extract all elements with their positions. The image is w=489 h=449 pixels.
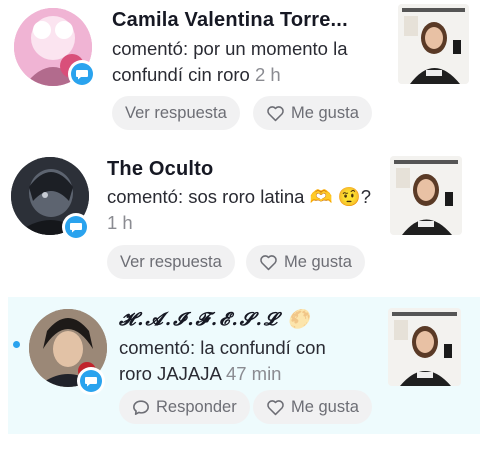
heart-icon [260, 254, 277, 270]
comment-badge-icon [77, 367, 105, 395]
username[interactable]: 𝓗.𝓐.𝓘.𝓕.𝓔.𝓢.𝓛 🌕 [119, 309, 312, 330]
comment-item-3: 𝓗.𝓐.𝓘.𝓕.𝓔.𝓢.𝓛 🌕 comentó: la confundí con… [8, 297, 480, 434]
comment-time: 47 min [225, 363, 282, 384]
comment-badge-icon [62, 213, 90, 241]
heart-icon [267, 105, 284, 121]
video-thumbnail[interactable] [398, 4, 469, 84]
comment-time: 1 h [107, 212, 133, 233]
view-reply-button[interactable]: Ver respuesta [112, 96, 240, 130]
comment-badge-icon [68, 60, 96, 88]
video-thumbnail[interactable] [388, 308, 461, 386]
video-thumbnail[interactable] [390, 156, 462, 235]
like-button[interactable]: Me gusta [253, 390, 372, 424]
username[interactable]: Camila Valentina Torre... [112, 9, 348, 32]
comment-time: 2 h [254, 64, 281, 85]
comment-text: comentó: por un momento la confundí cin … [112, 38, 348, 85]
reply-button[interactable]: Responder [119, 390, 250, 424]
comment-text: comentó: sos roro latina 🫶 🤨? 1 h [107, 186, 372, 233]
moon-emoji: 🌕 [287, 309, 312, 330]
user-avatar[interactable] [14, 8, 96, 88]
new-indicator-dot [13, 341, 20, 348]
comment-item-2: The Oculto comentó: sos roro latina 🫶 🤨?… [0, 150, 489, 290]
username[interactable]: The Oculto [107, 158, 213, 181]
comment-text: comentó: la confundí con roro JAJAJA 47 … [119, 337, 326, 384]
heart-icon [267, 399, 284, 415]
like-button[interactable]: Me gusta [246, 245, 365, 279]
emoji: 🫶 🤨? [309, 186, 372, 207]
view-reply-button[interactable]: Ver respuesta [107, 245, 235, 279]
user-avatar[interactable] [29, 309, 107, 395]
comment-item-1: Camila Valentina Torre... comentó: por u… [0, 0, 489, 140]
user-avatar[interactable] [11, 157, 90, 241]
comment-bubble-icon [133, 399, 149, 415]
like-button[interactable]: Me gusta [253, 96, 372, 130]
